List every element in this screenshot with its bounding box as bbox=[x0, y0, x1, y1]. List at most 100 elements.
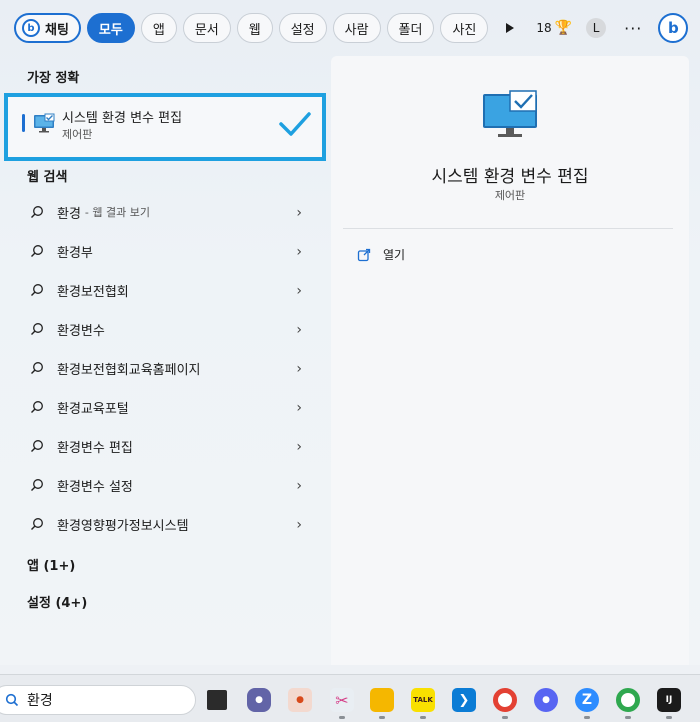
running-indicator bbox=[339, 716, 345, 719]
discord-icon[interactable]: ● bbox=[534, 688, 558, 712]
more-options-icon[interactable]: ··· bbox=[624, 19, 642, 38]
best-match-heading: 가장 정확 bbox=[27, 71, 80, 86]
search-icon bbox=[31, 323, 43, 335]
best-match-item[interactable]: 시스템 환경 변수 편집 제어판 bbox=[4, 93, 326, 161]
web-item-label: 환경보전협회교육홈페이지 bbox=[57, 362, 201, 378]
bing-chat-icon[interactable]: b bbox=[658, 13, 689, 43]
chevron-right-icon: › bbox=[296, 244, 302, 260]
intellij-icon[interactable]: IJ bbox=[657, 688, 681, 712]
chrome-icon[interactable] bbox=[493, 688, 517, 712]
filter-people[interactable]: 사람 bbox=[332, 13, 381, 43]
web-search-item[interactable]: 환경교육포털 › bbox=[30, 394, 310, 420]
file-explorer-icon[interactable] bbox=[370, 688, 394, 712]
web-search-item[interactable]: 환경변수 편집 › bbox=[30, 433, 310, 459]
search-icon bbox=[5, 693, 19, 707]
detail-pane: 시스템 환경 변수 편집 제어판 열기 bbox=[331, 56, 689, 665]
filter-settings[interactable]: 설정 bbox=[278, 13, 327, 43]
filter-label: 앱 bbox=[152, 22, 165, 38]
web-search-item[interactable]: 환경변수 설정 › bbox=[30, 472, 310, 498]
selection-indicator bbox=[22, 114, 25, 132]
detail-subtitle: 제어판 bbox=[494, 189, 526, 202]
web-search-item[interactable]: 환경 - 웹 결과 보기 › bbox=[30, 199, 310, 225]
search-icon bbox=[31, 284, 43, 296]
best-match-subtitle: 제어판 bbox=[62, 128, 93, 141]
zoom-icon[interactable]: Z bbox=[575, 688, 599, 712]
detail-title: 시스템 환경 변수 편집 bbox=[431, 167, 589, 187]
chevron-right-icon: › bbox=[296, 283, 302, 299]
filter-all[interactable]: 모두 bbox=[86, 13, 135, 43]
search-icon bbox=[31, 440, 43, 452]
chevron-right-icon: › bbox=[296, 439, 302, 455]
web-search-item[interactable]: 환경보전협회교육홈페이지 › bbox=[30, 355, 310, 381]
filter-label: 웹 bbox=[248, 22, 261, 38]
filter-folders[interactable]: 폴더 bbox=[386, 13, 435, 43]
search-icon bbox=[31, 518, 43, 530]
filter-label: 문서 bbox=[194, 22, 219, 38]
filter-label: 모두 bbox=[98, 22, 123, 38]
filter-label: 사람 bbox=[344, 22, 369, 38]
vscode-icon[interactable]: ❯ bbox=[452, 688, 476, 712]
chevron-right-icon: › bbox=[296, 478, 302, 494]
trophy-icon: 🏆 bbox=[554, 20, 573, 36]
web-item-label: 환경영향평가정보시스템 bbox=[57, 518, 189, 534]
web-item-label: 환경변수 설정 bbox=[57, 479, 133, 495]
chevron-right-icon: › bbox=[296, 205, 302, 221]
taskbar-search[interactable] bbox=[0, 685, 196, 715]
filter-label: 설정 bbox=[290, 22, 315, 38]
more-filters-play-icon[interactable] bbox=[506, 23, 515, 33]
filter-documents[interactable]: 문서 bbox=[182, 13, 231, 43]
teams-chat-icon[interactable]: ● bbox=[247, 688, 271, 712]
search-icon bbox=[31, 245, 43, 257]
open-label: 열기 bbox=[383, 248, 406, 262]
web-item-label: 환경 bbox=[57, 206, 81, 222]
open-external-icon bbox=[357, 248, 371, 261]
start-search-panel: b 채팅 모두 앱 문서 웹 설정 사람 폴더 사진 18 🏆 L ··· b … bbox=[0, 0, 700, 665]
web-search-item[interactable]: 환경부 › bbox=[30, 238, 310, 264]
chrome-profile-icon[interactable] bbox=[616, 688, 640, 712]
web-item-label: 환경보전협회 bbox=[57, 284, 129, 300]
running-indicator bbox=[420, 716, 426, 719]
apps-heading[interactable]: 앱 (1+) bbox=[27, 555, 75, 574]
open-action[interactable]: 열기 bbox=[357, 246, 405, 263]
filter-photos[interactable]: 사진 bbox=[440, 13, 489, 43]
search-icon bbox=[31, 206, 43, 218]
web-item-hint: - 웹 결과 보기 bbox=[84, 206, 150, 219]
intellij-label: IJ bbox=[665, 695, 673, 705]
kakaotalk-icon[interactable]: TALK bbox=[411, 688, 435, 712]
snipping-tool-icon[interactable]: ✂ bbox=[330, 688, 354, 712]
search-icon bbox=[31, 362, 43, 374]
task-view-icon[interactable] bbox=[207, 690, 227, 710]
chat-label: 채팅 bbox=[45, 22, 69, 38]
filter-bar: b 채팅 모두 앱 문서 웹 설정 사람 폴더 사진 18 🏆 L ··· b bbox=[14, 12, 689, 44]
chat-button[interactable]: b 채팅 bbox=[14, 13, 81, 43]
running-indicator bbox=[584, 716, 590, 719]
search-icon bbox=[31, 479, 43, 491]
photos-icon[interactable]: ● bbox=[288, 688, 312, 712]
filter-apps[interactable]: 앱 bbox=[140, 13, 177, 43]
search-input[interactable] bbox=[27, 692, 167, 708]
web-search-item[interactable]: 환경보전협회 › bbox=[30, 277, 310, 303]
filter-label: 사진 bbox=[452, 22, 477, 38]
chevron-right-icon: › bbox=[296, 322, 302, 338]
filter-label: 폴더 bbox=[398, 22, 423, 38]
chevron-right-icon: › bbox=[296, 517, 302, 533]
running-indicator bbox=[379, 716, 385, 719]
web-item-label: 환경변수 bbox=[57, 323, 105, 339]
web-item-label: 환경교육포털 bbox=[57, 401, 129, 417]
best-match-name: 시스템 환경 변수 편집 bbox=[62, 111, 183, 126]
running-indicator bbox=[502, 716, 508, 719]
system-properties-icon bbox=[482, 90, 538, 144]
web-search-item[interactable]: 환경변수 › bbox=[30, 316, 310, 342]
checkmark-icon bbox=[278, 110, 312, 142]
web-item-label: 환경부 bbox=[57, 245, 93, 261]
filter-web[interactable]: 웹 bbox=[236, 13, 273, 43]
web-item-label: 환경변수 편집 bbox=[57, 440, 133, 456]
rewards-points[interactable]: 18 🏆 bbox=[536, 20, 572, 36]
avatar[interactable]: L bbox=[586, 18, 607, 38]
search-icon bbox=[31, 401, 43, 413]
settings-heading[interactable]: 설정 (4+) bbox=[27, 592, 87, 611]
taskbar: ● ● ✂ TALK ❯ ● Z IJ bbox=[0, 674, 700, 722]
points-value: 18 bbox=[536, 21, 552, 35]
web-search-item[interactable]: 환경영향평가정보시스템 › bbox=[30, 511, 310, 537]
running-indicator bbox=[666, 716, 672, 719]
